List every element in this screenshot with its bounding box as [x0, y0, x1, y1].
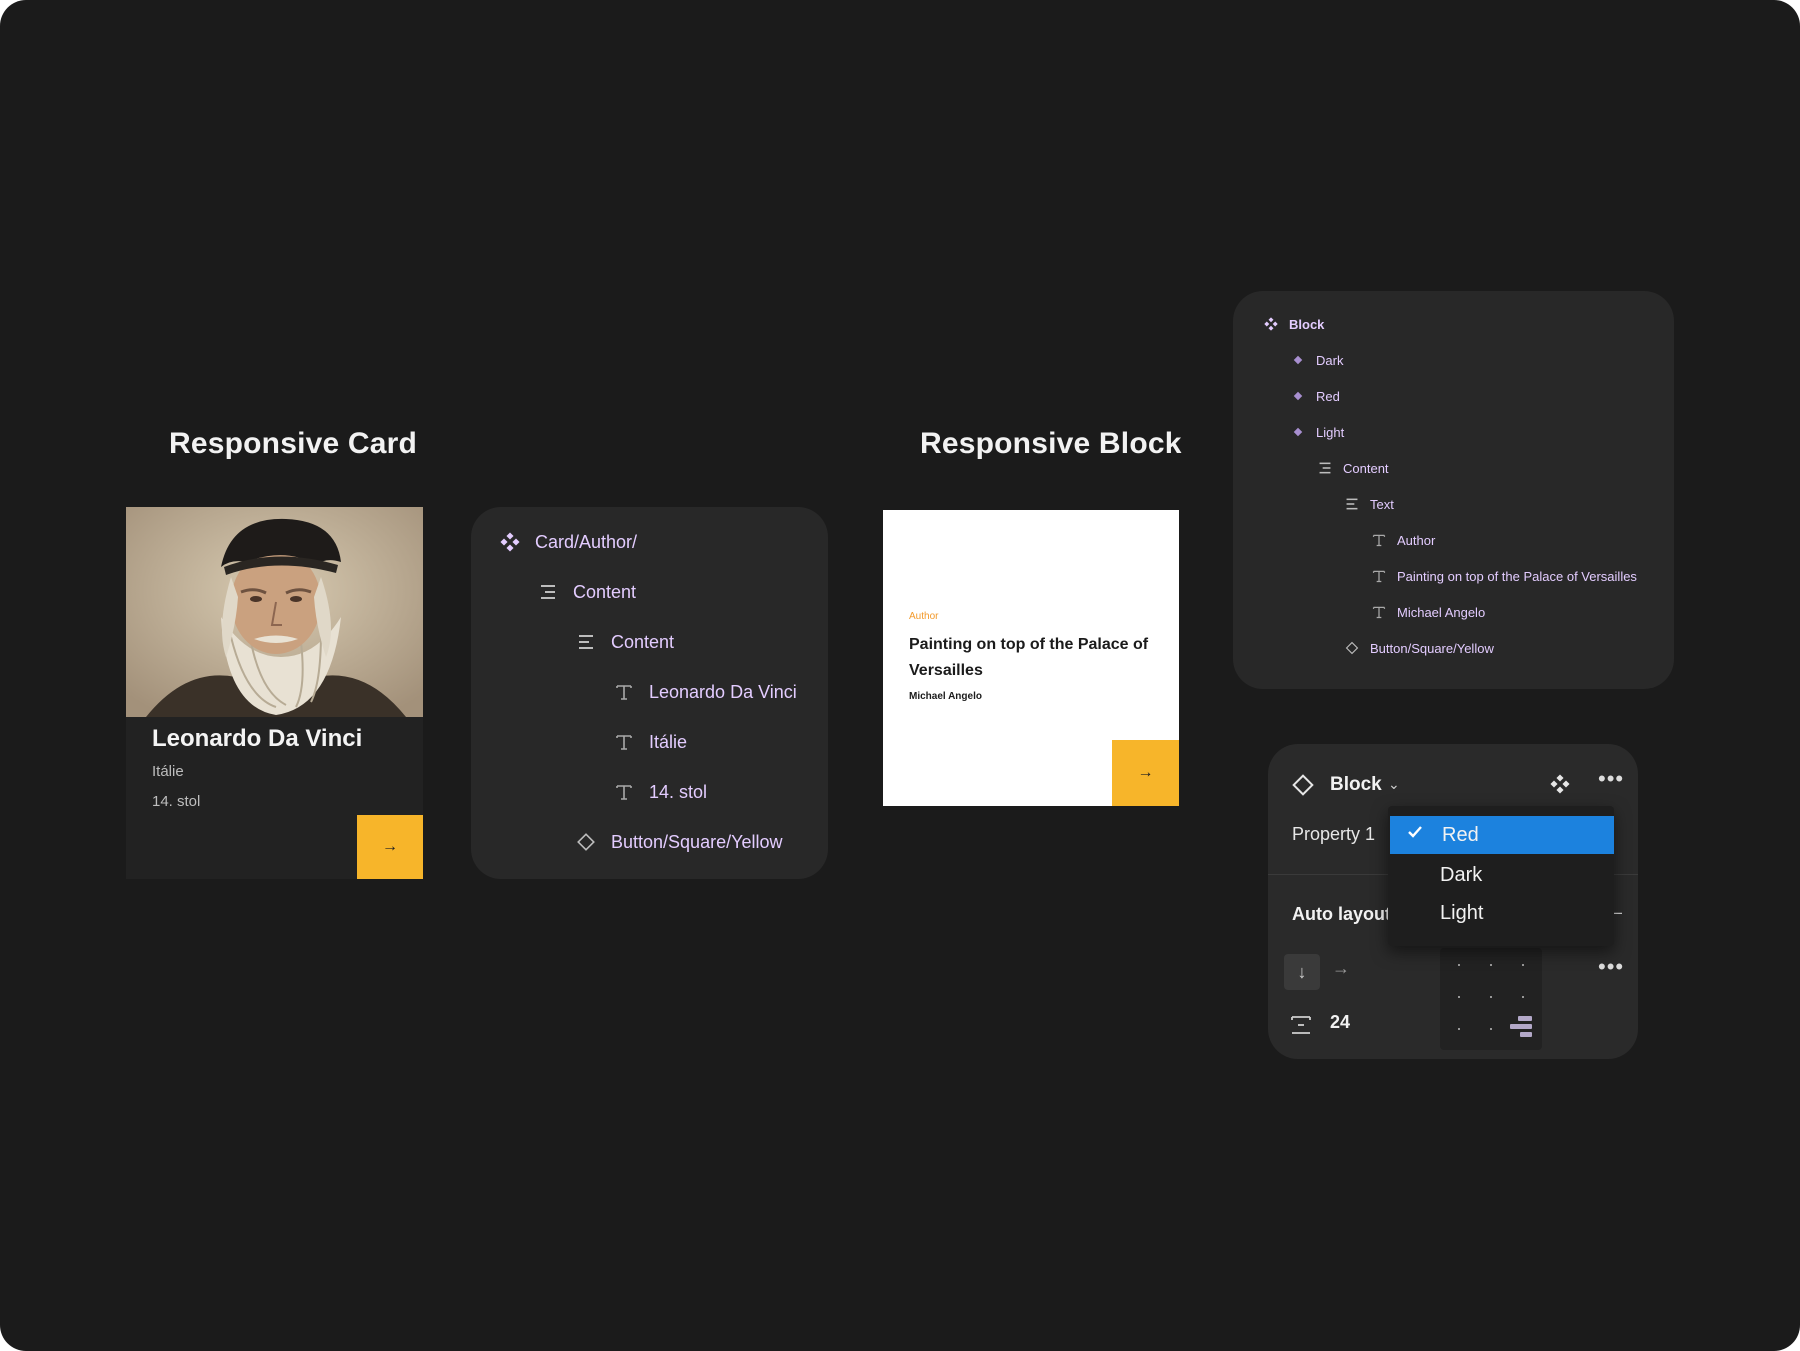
component-icon: [499, 531, 521, 553]
block-painter: Michael Angelo: [909, 691, 982, 702]
layer-button-instance[interactable]: Button/Square/Yellow: [1344, 640, 1494, 656]
option-label: Light: [1440, 901, 1484, 924]
text-icon: [1371, 568, 1387, 584]
block-author-label: Author: [909, 611, 939, 622]
auto-layout-vertical-icon: [537, 581, 559, 603]
portrait-image: [126, 507, 423, 717]
text-icon: [1371, 532, 1387, 548]
layer-variant-red[interactable]: Red: [1290, 388, 1340, 404]
instance-icon: [1292, 774, 1314, 801]
layer-label: Leonardo Da Vinci: [649, 681, 797, 702]
layer-variant-light[interactable]: Light: [1290, 424, 1344, 440]
text-icon: [613, 781, 635, 803]
layer-component-card[interactable]: Card/Author/: [499, 531, 637, 553]
layer-content-outer[interactable]: Content: [537, 581, 636, 603]
card-author-name: Leonardo Da Vinci: [152, 725, 363, 752]
direction-horizontal-icon[interactable]: →: [1332, 958, 1350, 979]
variant-icon: [1290, 352, 1306, 368]
instance-icon: [575, 831, 597, 853]
auto-layout-vertical-icon: [1344, 496, 1360, 512]
direction-vertical-icon[interactable]: ↓: [1284, 954, 1320, 990]
layer-variant-dark[interactable]: Dark: [1290, 352, 1343, 368]
dropdown-option-dark[interactable]: Dark: [1388, 856, 1612, 894]
layer-label: Content: [611, 631, 675, 652]
layer-text-group[interactable]: Text: [1344, 496, 1394, 512]
layer-label: Block: [1289, 316, 1325, 332]
layer-label: Content: [573, 581, 637, 602]
layer-label: Card/Author/: [535, 531, 638, 552]
spacing-between-icon: [1290, 1014, 1312, 1041]
layer-label: Text: [1370, 496, 1394, 512]
component-icon: [1263, 316, 1279, 332]
layer-label: Dark: [1316, 352, 1344, 368]
more-options-icon[interactable]: •••: [1598, 954, 1624, 980]
layer-text-painter[interactable]: Michael Angelo: [1371, 604, 1485, 620]
layer-button-instance[interactable]: Button/Square/Yellow: [575, 831, 782, 853]
block-layers-panel: Block Dark Red Light Content Text Author: [1233, 291, 1674, 689]
text-icon: [613, 681, 635, 703]
spacing-value[interactable]: 24: [1330, 1012, 1350, 1033]
variant-icon: [1290, 388, 1306, 404]
layer-label: Button/Square/Yellow: [1370, 640, 1494, 656]
author-card[interactable]: Leonardo Da Vinci Itálie 14. stol →: [126, 507, 423, 879]
layer-label: Button/Square/Yellow: [611, 831, 783, 852]
more-options-icon[interactable]: •••: [1598, 766, 1624, 792]
instance-icon: [1344, 640, 1360, 656]
layer-label: Red: [1316, 388, 1340, 404]
variant-icon: [1290, 424, 1306, 440]
dropdown-option-light[interactable]: Light: [1388, 894, 1612, 932]
layer-text-author[interactable]: Author: [1371, 532, 1435, 548]
property-1-label: Property 1: [1292, 824, 1376, 844]
section-title-block: Responsive Block: [920, 427, 1182, 460]
alignment-indicator-icon: [1510, 1016, 1532, 1042]
go-to-main-component-icon[interactable]: [1550, 774, 1570, 799]
layer-content[interactable]: Content: [1317, 460, 1389, 476]
text-icon: [613, 731, 635, 753]
layer-text-country[interactable]: Itálie: [613, 731, 687, 753]
card-century: 14. stol: [152, 793, 201, 810]
layer-label: 14. stol: [649, 781, 708, 802]
canvas: Responsive Card Leonardo Da Vinci Itálie…: [0, 0, 1800, 1351]
option-label: Dark: [1440, 863, 1483, 886]
layer-text-title[interactable]: Painting on top of the Palace of Versail…: [1371, 568, 1637, 584]
section-title-card: Responsive Card: [169, 427, 418, 460]
card-country: Itálie: [152, 763, 184, 780]
layer-label: Itálie: [649, 731, 688, 752]
layer-text-name[interactable]: Leonardo Da Vinci: [613, 681, 797, 703]
option-label: Red: [1442, 823, 1479, 846]
card-layers-panel: Card/Author/ Content Content Leonardo Da…: [471, 507, 828, 879]
arrow-right-icon: →: [382, 838, 398, 855]
layer-label: Michael Angelo: [1397, 604, 1486, 620]
layer-label: Content: [1343, 460, 1389, 476]
arrow-right-icon: →: [1137, 764, 1154, 781]
instance-name[interactable]: Block: [1330, 774, 1382, 796]
content-block[interactable]: Author Painting on top of the Palace of …: [883, 510, 1179, 806]
auto-layout-vertical-icon: [1317, 460, 1333, 476]
property-dropdown-menu: Red Dark Light: [1388, 806, 1614, 946]
checkmark-icon: [1406, 823, 1424, 847]
alignment-grid[interactable]: [1440, 948, 1542, 1050]
block-title: Painting on top of the Palace of Versail…: [909, 636, 1149, 679]
layer-content-inner[interactable]: Content: [575, 631, 674, 653]
layer-component-set-block[interactable]: Block: [1263, 316, 1324, 332]
layer-label: Light: [1316, 424, 1345, 440]
auto-layout-label: Auto layout: [1292, 904, 1391, 924]
auto-layout-vertical-icon: [575, 631, 597, 653]
card-next-button[interactable]: →: [357, 815, 423, 879]
block-next-button[interactable]: →: [1112, 740, 1179, 806]
layer-label: Painting on top of the Palace of Versail…: [1397, 568, 1637, 584]
chevron-down-icon[interactable]: ⌄: [1388, 776, 1400, 793]
text-icon: [1371, 604, 1387, 620]
dropdown-option-red[interactable]: Red: [1390, 816, 1614, 854]
layer-label: Author: [1397, 532, 1436, 548]
layer-text-century[interactable]: 14. stol: [613, 781, 707, 803]
